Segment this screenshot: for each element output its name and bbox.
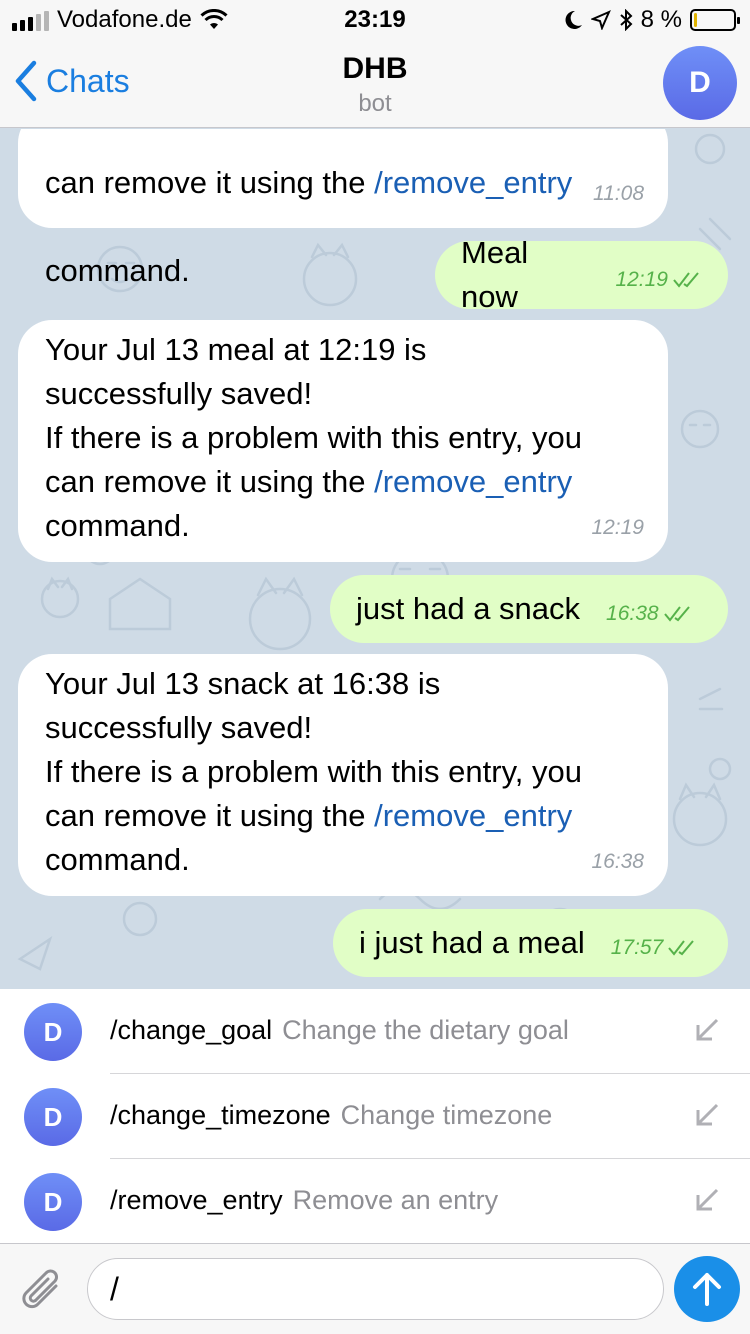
message-text: command.	[45, 253, 190, 288]
insert-arrow-icon[interactable]	[694, 1017, 720, 1043]
read-checkmarks-icon	[668, 940, 695, 956]
command-description: Remove an entry	[292, 1185, 499, 1215]
incoming-message[interactable]: Your Jul 13 snack at 16:38 is successful…	[18, 654, 668, 896]
message-composer	[0, 1243, 750, 1334]
bot-avatar: D	[24, 1003, 82, 1061]
chat-avatar[interactable]: D	[663, 46, 737, 120]
chat-title[interactable]: DHB	[0, 52, 750, 86]
battery-percentage: 8 %	[640, 6, 682, 33]
message-time: 16:38	[606, 602, 659, 625]
command-name: /remove_entry	[110, 1185, 283, 1215]
bot-avatar: D	[24, 1088, 82, 1146]
command-link[interactable]: /remove_entry	[374, 464, 572, 499]
outgoing-message[interactable]: Meal now 12:19	[435, 235, 728, 314]
bluetooth-icon	[619, 9, 633, 31]
location-icon	[590, 10, 611, 30]
message-time: 16:38	[591, 850, 644, 873]
command-suggestion-change-goal[interactable]: D /change_goal Change the dietary goal	[0, 989, 750, 1073]
bot-avatar: D	[24, 1173, 82, 1231]
command-link[interactable]: /remove_entry	[374, 165, 572, 200]
command-description: Change the dietary goal	[282, 1015, 569, 1045]
message-time: 12:19	[615, 268, 668, 291]
message-text: command.	[45, 508, 190, 543]
command-link[interactable]: /remove_entry	[374, 798, 572, 833]
incoming-message[interactable]: can remove it using the /remove_entry co…	[18, 129, 668, 288]
send-button[interactable]	[674, 1256, 740, 1322]
message-text: can remove it using the	[45, 165, 375, 200]
command-suggestion-remove-entry[interactable]: D /remove_entry Remove an entry	[0, 1159, 750, 1243]
paperclip-icon[interactable]	[20, 1266, 66, 1316]
insert-arrow-icon[interactable]	[694, 1102, 720, 1128]
message-text: Meal now	[461, 235, 529, 314]
chat-subtitle: bot	[358, 90, 392, 117]
command-name: /change_goal	[110, 1015, 273, 1045]
insert-arrow-icon[interactable]	[694, 1187, 720, 1213]
command-name: /change_timezone	[110, 1100, 331, 1130]
message-time: 17:57	[610, 936, 664, 959]
command-suggestion-change-timezone[interactable]: D /change_timezone Change timezone	[0, 1074, 750, 1158]
message-list[interactable]: can remove it using the /remove_entry co…	[0, 129, 750, 989]
battery-icon	[690, 9, 740, 31]
arrow-up-icon	[693, 1273, 721, 1306]
message-text: just had a snack	[356, 591, 581, 626]
command-suggestions: D /change_goal Change the dietary goal D …	[0, 989, 750, 1243]
outgoing-message[interactable]: just had a snack 16:38	[330, 575, 728, 643]
message-time: 11:08	[593, 182, 644, 205]
status-bar: Vodafone.de 23:19 8 %	[0, 0, 750, 40]
do-not-disturb-icon	[565, 10, 582, 29]
read-checkmarks-icon	[663, 606, 690, 622]
command-description: Change timezone	[340, 1100, 553, 1130]
incoming-message[interactable]: Your Jul 13 meal at 12:19 is successfull…	[18, 320, 668, 562]
read-checkmarks-icon	[673, 272, 699, 288]
message-text: i just had a meal	[359, 925, 585, 960]
message-text: command.	[45, 842, 190, 877]
message-time: 12:19	[591, 516, 644, 539]
message-input[interactable]	[87, 1258, 664, 1320]
chat-header: Chats DHB bot D	[0, 40, 750, 128]
outgoing-message[interactable]: i just had a meal 17:57	[333, 909, 728, 977]
